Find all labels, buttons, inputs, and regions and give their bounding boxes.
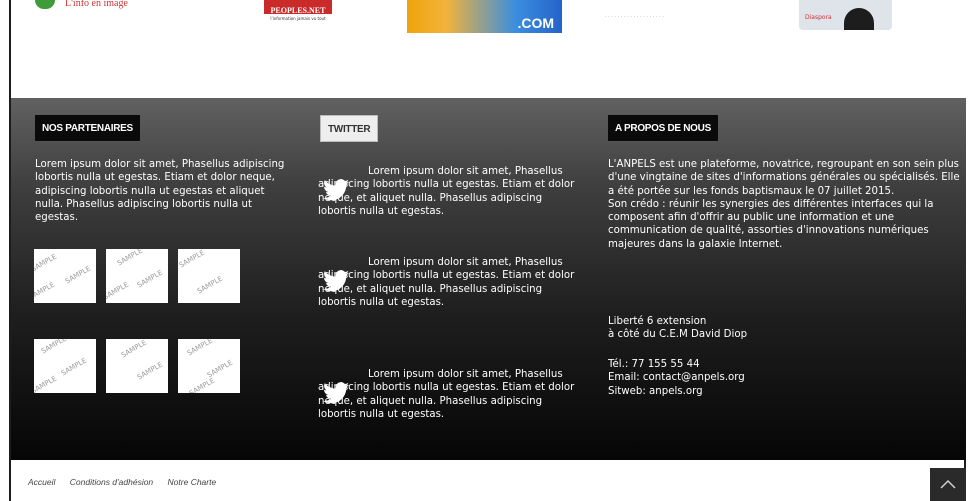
- contact-email[interactable]: Email: contact@anpels.org: [608, 371, 908, 384]
- footer-link-accueil[interactable]: Accueil: [28, 477, 55, 487]
- tweet-item[interactable]: Lorem ipsum dolor sit amet, Phasellus ad…: [318, 165, 583, 241]
- logo-caption: · · · · · · · · · · · · · · · · · · ·: [605, 14, 664, 20]
- partner-logo-5[interactable]: Diaspora: [799, 0, 892, 30]
- partner-thumbnail[interactable]: SAMPLE SAMPLE: [178, 249, 240, 303]
- logo-text: Diaspora: [805, 14, 832, 21]
- about-paragraph-1: L'ANPELS est une plateforme, novatrice, …: [608, 159, 960, 197]
- logo-subtitle: l'information jamais vu tout: [270, 16, 326, 21]
- logo-figure-icon: [844, 8, 874, 30]
- tweet-text: Lorem ipsum dolor sit amet, Phasellus ad…: [318, 166, 575, 217]
- tweet-text: Lorem ipsum dolor sit amet, Phasellus ad…: [318, 369, 575, 420]
- footer-link-conditions[interactable]: Conditions d'adhésion: [70, 477, 153, 487]
- about-description: L'ANPELS est une plateforme, novatrice, …: [608, 158, 960, 251]
- partner-logo-strip: L'info en image PEOPLES.NET l'informatio…: [11, 0, 966, 98]
- partner-logo-2[interactable]: PEOPLES.NET l'information jamais vu tout: [264, 0, 332, 25]
- partner-thumbnail[interactable]: SAMPLE SAMPLE SAMPLE: [34, 339, 96, 393]
- contact-phone: Tél.: 77 155 55 44: [608, 359, 700, 370]
- partners-description: Lorem ipsum dolor sit amet, Phasellus ad…: [35, 159, 285, 224]
- tweet-text: Lorem ipsum dolor sit amet, Phasellus ad…: [318, 257, 575, 308]
- about-heading: A PROPOS DE NOUS: [608, 115, 718, 142]
- tweet-item[interactable]: Lorem ipsum dolor sit amet, Phasellus ad…: [318, 368, 583, 444]
- logo-mark-icon: [35, 0, 55, 9]
- partners-heading: NOS PARTENAIRES: [35, 115, 140, 142]
- logo-domain-suffix: .COM: [517, 15, 554, 31]
- footer-link-charte[interactable]: Notre Charte: [168, 477, 217, 487]
- partner-logo-1[interactable]: L'info en image: [29, 0, 179, 20]
- footer-widgets: NOS PARTENAIRES Lorem ipsum dolor sit am…: [11, 98, 966, 460]
- partner-logo-4[interactable]: · · · · · · · · · · · · · · · · · · ·: [605, 3, 730, 20]
- twitter-heading: TWITTER: [320, 115, 379, 142]
- address-line-2: à côté du C.E.M David Diop: [608, 329, 748, 341]
- about-contact: Tél.: 77 155 55 44 Email: contact@anpels…: [608, 358, 908, 398]
- logo-name: PEOPLES.NET: [264, 0, 332, 14]
- footer-nav: Accueil Conditions d'adhésion Notre Char…: [28, 477, 228, 487]
- scroll-to-top-button[interactable]: [930, 468, 966, 501]
- address-line-1: Liberté 6 extension: [608, 316, 707, 327]
- partner-logo-3[interactable]: .COM: [407, 0, 562, 33]
- chevron-up-icon: [940, 479, 956, 489]
- logo-tagline: L'info en image: [65, 0, 128, 9]
- partner-thumbnail[interactable]: SAMPLE SAMPLE SAMPLE: [106, 249, 168, 303]
- contact-website[interactable]: Sitweb: anpels.org: [608, 385, 908, 398]
- partner-thumbnail[interactable]: SAMPLE SAMPLE SAMPLE: [178, 339, 240, 393]
- about-address: Liberté 6 extension à côté du C.E.M Davi…: [608, 315, 908, 342]
- tweet-item[interactable]: Lorem ipsum dolor sit amet, Phasellus ad…: [318, 256, 583, 332]
- about-paragraph-2: Son crédo : réunir les synergies des dif…: [608, 198, 934, 250]
- partner-thumbnail[interactable]: SAMPLE SAMPLE: [106, 339, 168, 393]
- partner-thumbnail[interactable]: SAMPLE SAMPLE SAMPLE: [34, 249, 96, 303]
